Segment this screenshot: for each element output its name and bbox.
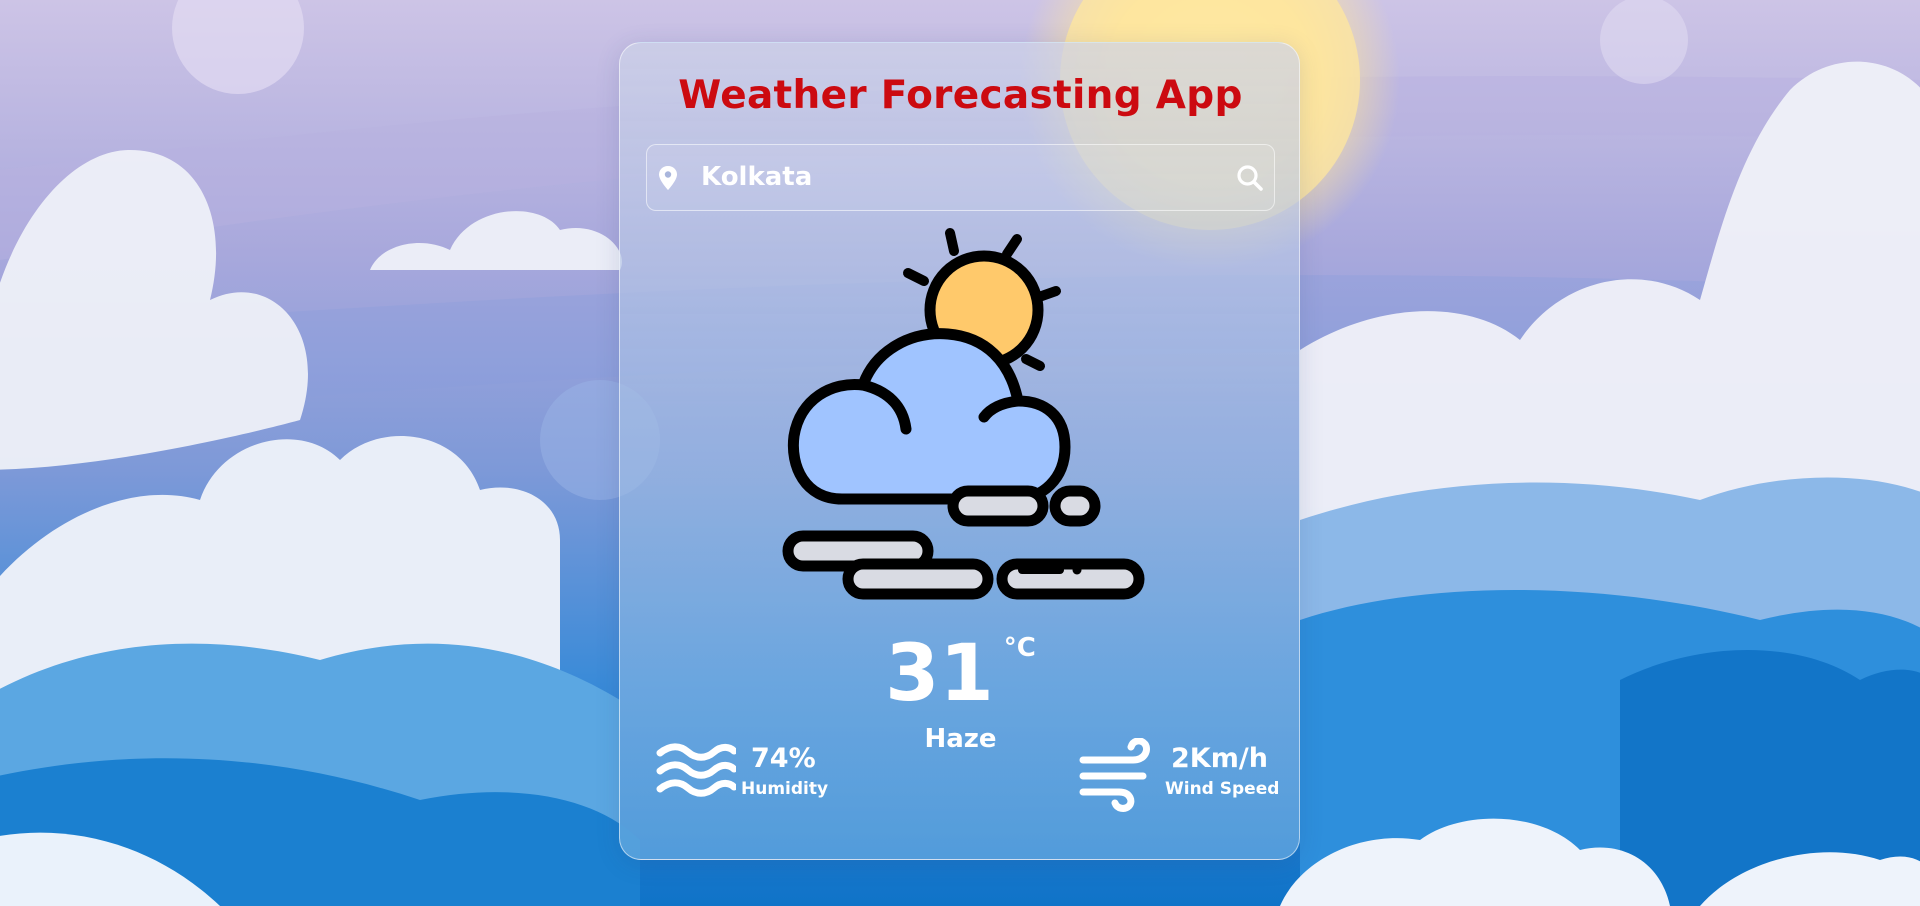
wind-speed-label: Wind Speed — [1165, 779, 1280, 799]
waves-icon — [656, 743, 736, 797]
app-title: Weather Forecasting App — [678, 73, 1243, 118]
temperature-value: 31 — [885, 629, 994, 719]
temperature-display: 31 °C — [620, 629, 1301, 719]
wind-icon — [1079, 738, 1150, 812]
weather-card: Weather Forecasting App Kolkata 31 °C Ha… — [619, 42, 1300, 860]
search-bar[interactable] — [646, 144, 1275, 211]
wind-speed-value: 2Km/h — [1171, 743, 1268, 774]
city-search-input[interactable] — [701, 157, 1181, 197]
haze-cloud-sun-icon — [782, 228, 1145, 600]
location-pin-icon — [659, 166, 677, 190]
humidity-value: 74% — [751, 743, 816, 774]
humidity-label: Humidity — [741, 779, 829, 799]
search-icon[interactable] — [1235, 163, 1265, 193]
app-screen: Weather Forecasting App Kolkata 31 °C Ha… — [0, 0, 1920, 906]
temperature-unit: °C — [1003, 633, 1036, 663]
